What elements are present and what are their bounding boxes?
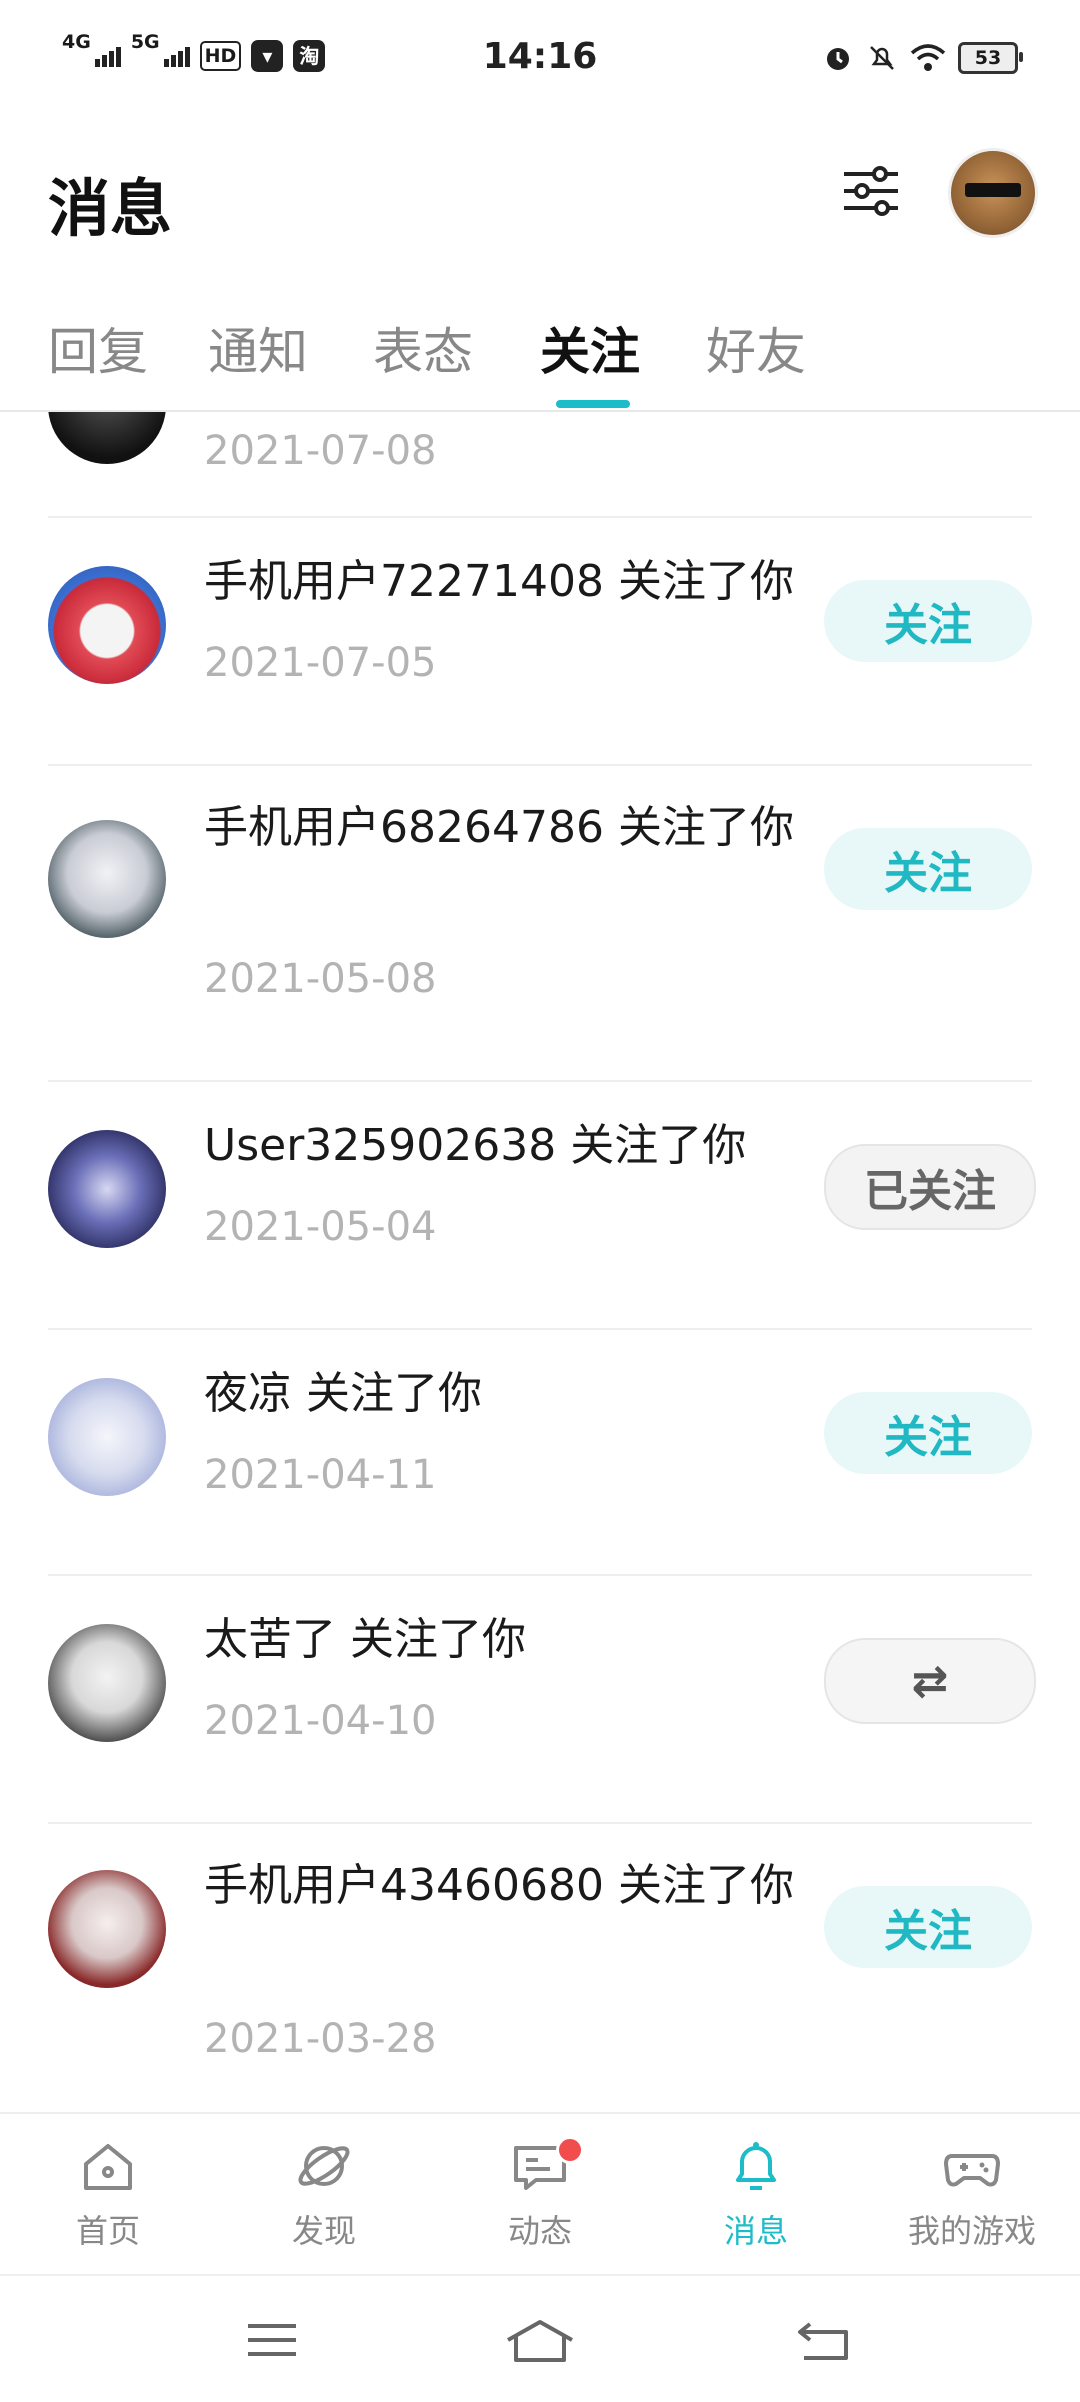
follow-button[interactable]: 关注 <box>824 1886 1032 1968</box>
followed-button[interactable]: 已关注 <box>824 1144 1036 1230</box>
nav-discover[interactable]: 发现 <box>224 2134 424 2252</box>
back-icon[interactable] <box>796 2316 852 2364</box>
avatar[interactable] <box>48 1870 166 1988</box>
tab-follow[interactable]: 关注 <box>540 312 640 384</box>
nav-feed-label: 动态 <box>507 2212 572 2250</box>
item-date: 2021-04-10 <box>204 1698 437 1744</box>
item-date: 2021-05-04 <box>204 1204 437 1250</box>
list-item[interactable]: User325902638 关注了你 2021-05-04 已关注 <box>48 1082 1036 1330</box>
item-date: 2021-04-11 <box>204 1452 437 1498</box>
bell-icon <box>736 2142 776 2190</box>
avatar[interactable] <box>48 412 166 464</box>
battery-level: 53 <box>974 47 1002 69</box>
item-text: 手机用户72271408 关注了你 <box>204 556 794 607</box>
wifi-icon <box>910 44 946 71</box>
item-date: 2021-05-08 <box>204 956 437 1002</box>
nav-my-games-label: 我的游戏 <box>907 2212 1036 2250</box>
list-item[interactable]: 夜凉 关注了你 2021-04-11 关注 <box>48 1330 1032 1576</box>
filter-settings-icon[interactable] <box>836 156 906 226</box>
nav-feed[interactable]: 动态 <box>440 2134 640 2252</box>
nav-my-games[interactable]: 我的游戏 <box>872 2134 1072 2252</box>
item-text: User325902638 关注了你 <box>204 1120 747 1171</box>
item-text: 手机用户68264786 关注了你 <box>204 802 794 853</box>
user-avatar[interactable] <box>948 148 1038 238</box>
tab-reply[interactable]: 回复 <box>48 312 148 384</box>
item-text: 手机用户43460680 关注了你 <box>204 1860 794 1911</box>
tab-friends[interactable]: 好友 <box>706 312 806 384</box>
follow-button[interactable]: 关注 <box>824 1392 1032 1474</box>
follow-button[interactable]: 关注 <box>824 580 1032 662</box>
nav-home-label: 首页 <box>75 2212 140 2250</box>
list-item[interactable]: 手机用户43460680 关注了你 2021-03-28 关注 <box>48 1824 1032 2112</box>
active-tab-indicator <box>556 400 630 408</box>
alarm-icon <box>827 48 849 70</box>
status-right: 53 <box>822 42 1023 74</box>
menu-icon[interactable] <box>244 2316 300 2364</box>
avatar[interactable] <box>48 1378 166 1496</box>
home-icon <box>84 2144 132 2190</box>
item-date: 2021-07-08 <box>204 428 437 474</box>
nav-messages[interactable]: 消息 <box>656 2134 856 2252</box>
home-button-icon[interactable] <box>504 2316 576 2364</box>
notification-dot <box>556 2136 584 2164</box>
message-tabs: 回复 通知 表态 关注 好友 <box>0 290 1080 412</box>
item-text: 太苦了 关注了你 <box>204 1614 526 1665</box>
item-text: 夜凉 关注了你 <box>204 1368 482 1419</box>
system-navigation-bar <box>0 2274 1080 2402</box>
bottom-nav: 首页 发现 动态 消息 我的游戏 <box>0 2112 1080 2276</box>
nav-messages-label: 消息 <box>723 2212 788 2250</box>
gamepad-icon <box>944 2154 1000 2187</box>
item-date: 2021-03-28 <box>204 2016 437 2062</box>
list-item[interactable]: 手机用户68264786 关注了你 2021-05-08 关注 <box>48 766 1032 1082</box>
follow-list: 2021-07-08 手机用户72271408 关注了你 2021-07-05 … <box>0 412 1080 2112</box>
header: 消息 <box>0 120 1080 270</box>
list-item[interactable]: 2021-07-08 <box>48 412 1032 518</box>
tab-notice[interactable]: 通知 <box>208 312 308 384</box>
mutual-follow-button[interactable]: ⇄ <box>824 1638 1036 1724</box>
mute-bell-icon <box>870 46 894 70</box>
list-item[interactable]: 手机用户72271408 关注了你 2021-07-05 关注 <box>48 518 1032 766</box>
list-item[interactable]: 太苦了 关注了你 2021-04-10 ⇄ <box>48 1576 1036 1824</box>
avatar[interactable] <box>48 1130 166 1248</box>
avatar[interactable] <box>48 1624 166 1742</box>
item-date: 2021-07-05 <box>204 640 437 686</box>
follow-button[interactable]: 关注 <box>824 828 1032 910</box>
page-title: 消息 <box>48 172 173 245</box>
avatar[interactable] <box>48 566 166 684</box>
avatar[interactable] <box>48 820 166 938</box>
status-bar: 4G 5G HD ▾ 淘 14:16 53 <box>0 0 1080 120</box>
nav-discover-label: 发现 <box>291 2212 356 2250</box>
battery-icon: 53 <box>958 42 1023 74</box>
planet-icon <box>298 2146 350 2186</box>
mutual-follow-icon: ⇄ <box>911 1655 949 1707</box>
nav-home[interactable]: 首页 <box>8 2134 208 2252</box>
tab-reaction[interactable]: 表态 <box>373 312 473 384</box>
